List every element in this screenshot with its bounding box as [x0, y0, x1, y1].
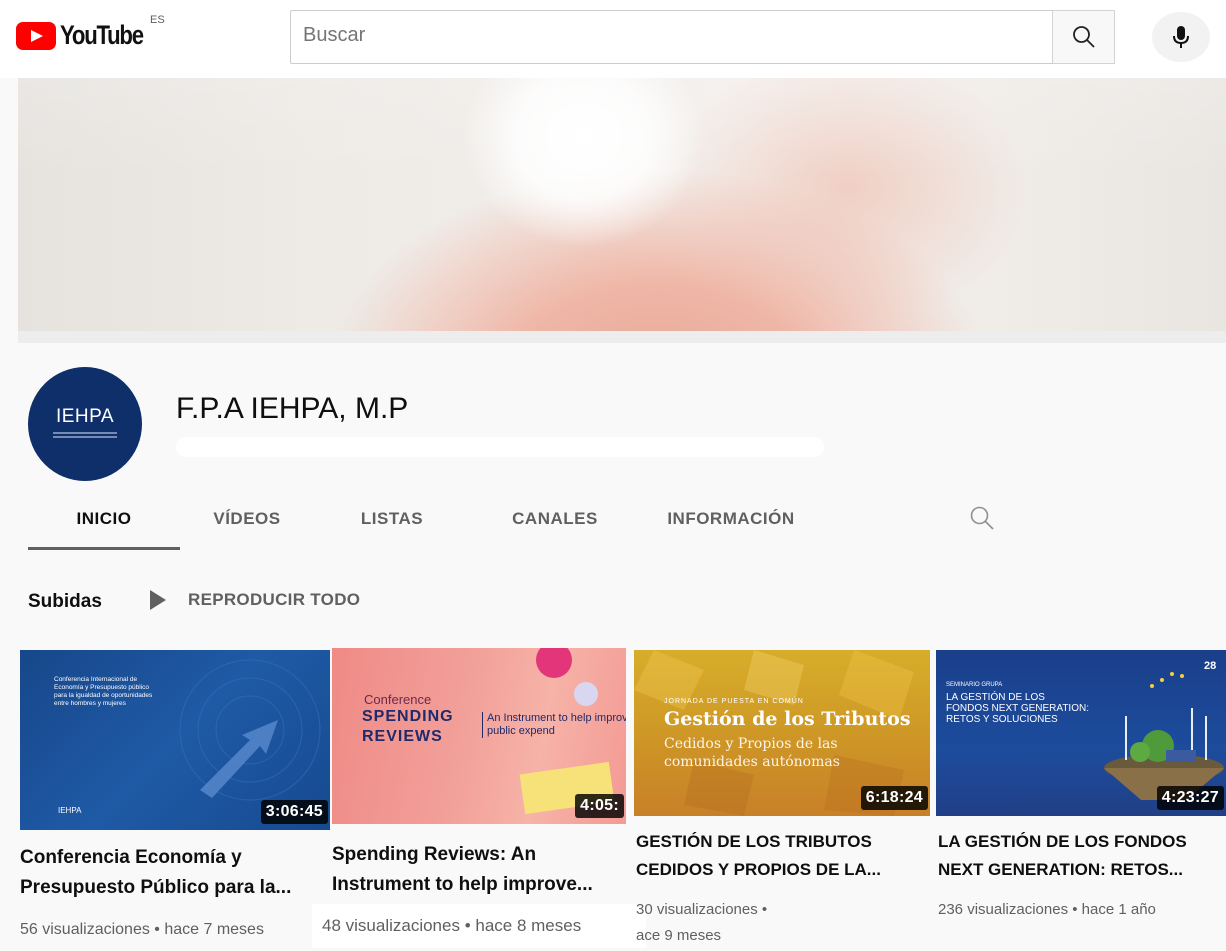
thumb-subtitle: comunidades autónomas [664, 754, 840, 770]
channel-name: F.P.A IEHPA, M.P [176, 392, 409, 425]
avatar-subtitle-lines [53, 432, 117, 434]
video-title[interactable]: Spending Reviews: An Instrument to help … [332, 840, 626, 900]
video-title[interactable]: GESTIÓN DE LOS TRIBUTOS CEDIDOS Y PROPIO… [636, 828, 926, 884]
play-all-label: REPRODUCIR TODO [188, 590, 361, 609]
play-all-button[interactable]: REPRODUCIR TODO [150, 590, 360, 610]
video-title-line: Spending Reviews: An [332, 844, 537, 865]
channel-banner [18, 78, 1226, 331]
video-duration: 3:06:45 [260, 800, 328, 824]
video-meta: 236 visualizaciones • hace 1 año [938, 901, 1156, 918]
video-duration: 4:23:27 [1156, 786, 1224, 810]
video-meta: 48 visualizaciones • hace 8 meses [312, 904, 646, 948]
search-box[interactable] [290, 10, 1052, 64]
video-title-line: NEXT GENERATION: RETOS... [938, 860, 1183, 879]
video-title-line: Conferencia Economía y [20, 847, 242, 868]
section-title: Subidas [28, 591, 102, 612]
tab-videos[interactable]: VÍDEOS [180, 500, 314, 550]
video-title-line: GESTIÓN DE LOS TRIBUTOS [636, 832, 872, 851]
thumb-brand: IEHPA [58, 806, 82, 815]
banner-overlay [18, 78, 1226, 331]
channel-search-button[interactable] [968, 504, 996, 537]
video-title-line: CEDIDOS Y PROPIOS DE LA... [636, 860, 881, 879]
banner-divider [18, 331, 1226, 343]
video-title[interactable]: Conferencia Economía y Presupuesto Públi… [20, 843, 320, 903]
thumb-kicker: SEMINARIO GRUPA [946, 682, 1003, 688]
video-duration: 4:05: [575, 794, 624, 818]
video-title-line: Instrument to help improve... [332, 874, 593, 895]
video-thumbnail[interactable]: JORNADA DE PUESTA EN COMÚN Gestión de lo… [634, 650, 930, 816]
thumb-kicker: JORNADA DE PUESTA EN COMÚN [664, 698, 804, 705]
thumb-subtitle: An Instrument to help improve public exp… [482, 712, 626, 738]
top-bar: YouTube ES [0, 0, 1226, 78]
tab-canales[interactable]: CANALES [470, 500, 640, 550]
video-meta: 30 visualizaciones • ace 9 meses [636, 897, 767, 949]
search-button[interactable] [1052, 10, 1115, 64]
thumb-caption: Conferencia Internacional de Economía y … [54, 676, 153, 707]
youtube-play-icon [16, 21, 56, 50]
tab-informacion[interactable]: INFORMACIÓN [640, 500, 822, 550]
search-icon [970, 506, 994, 530]
video-thumbnail[interactable]: 28 SEMINARIO GRUPA LA GESTIÓN DE LOS FON… [936, 650, 1226, 816]
pink-circle [536, 648, 572, 678]
tab-inicio[interactable]: INICIO [28, 500, 180, 550]
play-icon [150, 590, 166, 610]
thumb-title: LA GESTIÓN DE LOS [946, 692, 1045, 703]
thumb-title: REVIEWS [362, 728, 443, 745]
mic-icon [1173, 26, 1189, 48]
video-title-line: Presupuesto Público para la... [20, 877, 292, 898]
region-code: ES [150, 14, 165, 26]
video-meta-line: ace 9 meses [636, 927, 722, 944]
redacted-subscriber-count [176, 437, 824, 457]
thumb-title: FONDOS NEXT GENERATION: [946, 703, 1089, 714]
thumb-title: SPENDING [362, 708, 454, 725]
thumb-subtitle: Cedidos y Propios de las [664, 736, 838, 752]
thumb-title: RETOS Y SOLUCIONES [946, 714, 1058, 725]
logo-text: YouTube [60, 20, 144, 50]
thumb-date: 28 [1204, 660, 1217, 672]
youtube-logo[interactable]: YouTube [16, 20, 161, 51]
video-meta-line: 30 visualizaciones • [636, 901, 768, 918]
video-title-line: LA GESTIÓN DE LOS FONDOS [938, 832, 1187, 851]
video-title[interactable]: LA GESTIÓN DE LOS FONDOS NEXT GENERATION… [938, 828, 1224, 884]
video-thumbnail[interactable]: Conference SPENDING REVIEWS An Instrumen… [332, 648, 626, 824]
channel-avatar[interactable]: IEHPA [28, 367, 142, 481]
search-icon [1072, 26, 1095, 48]
avatar-text: IEHPA [55, 406, 115, 427]
video-duration: 6:18:24 [860, 786, 928, 810]
channel-tabs: INICIO VÍDEOS LISTAS CANALES INFORMACIÓN [28, 500, 822, 550]
thumb-kicker: Conference [364, 692, 432, 707]
thumb-title: Gestión de los Tributos [664, 708, 911, 730]
tab-listas[interactable]: LISTAS [314, 500, 470, 550]
search-input[interactable] [301, 23, 1025, 48]
voice-search-button[interactable] [1152, 12, 1210, 62]
lavender-circle [574, 682, 598, 706]
video-thumbnail[interactable]: Conferencia Internacional de Economía y … [20, 650, 330, 830]
video-meta: 56 visualizaciones • hace 7 meses [20, 921, 264, 938]
